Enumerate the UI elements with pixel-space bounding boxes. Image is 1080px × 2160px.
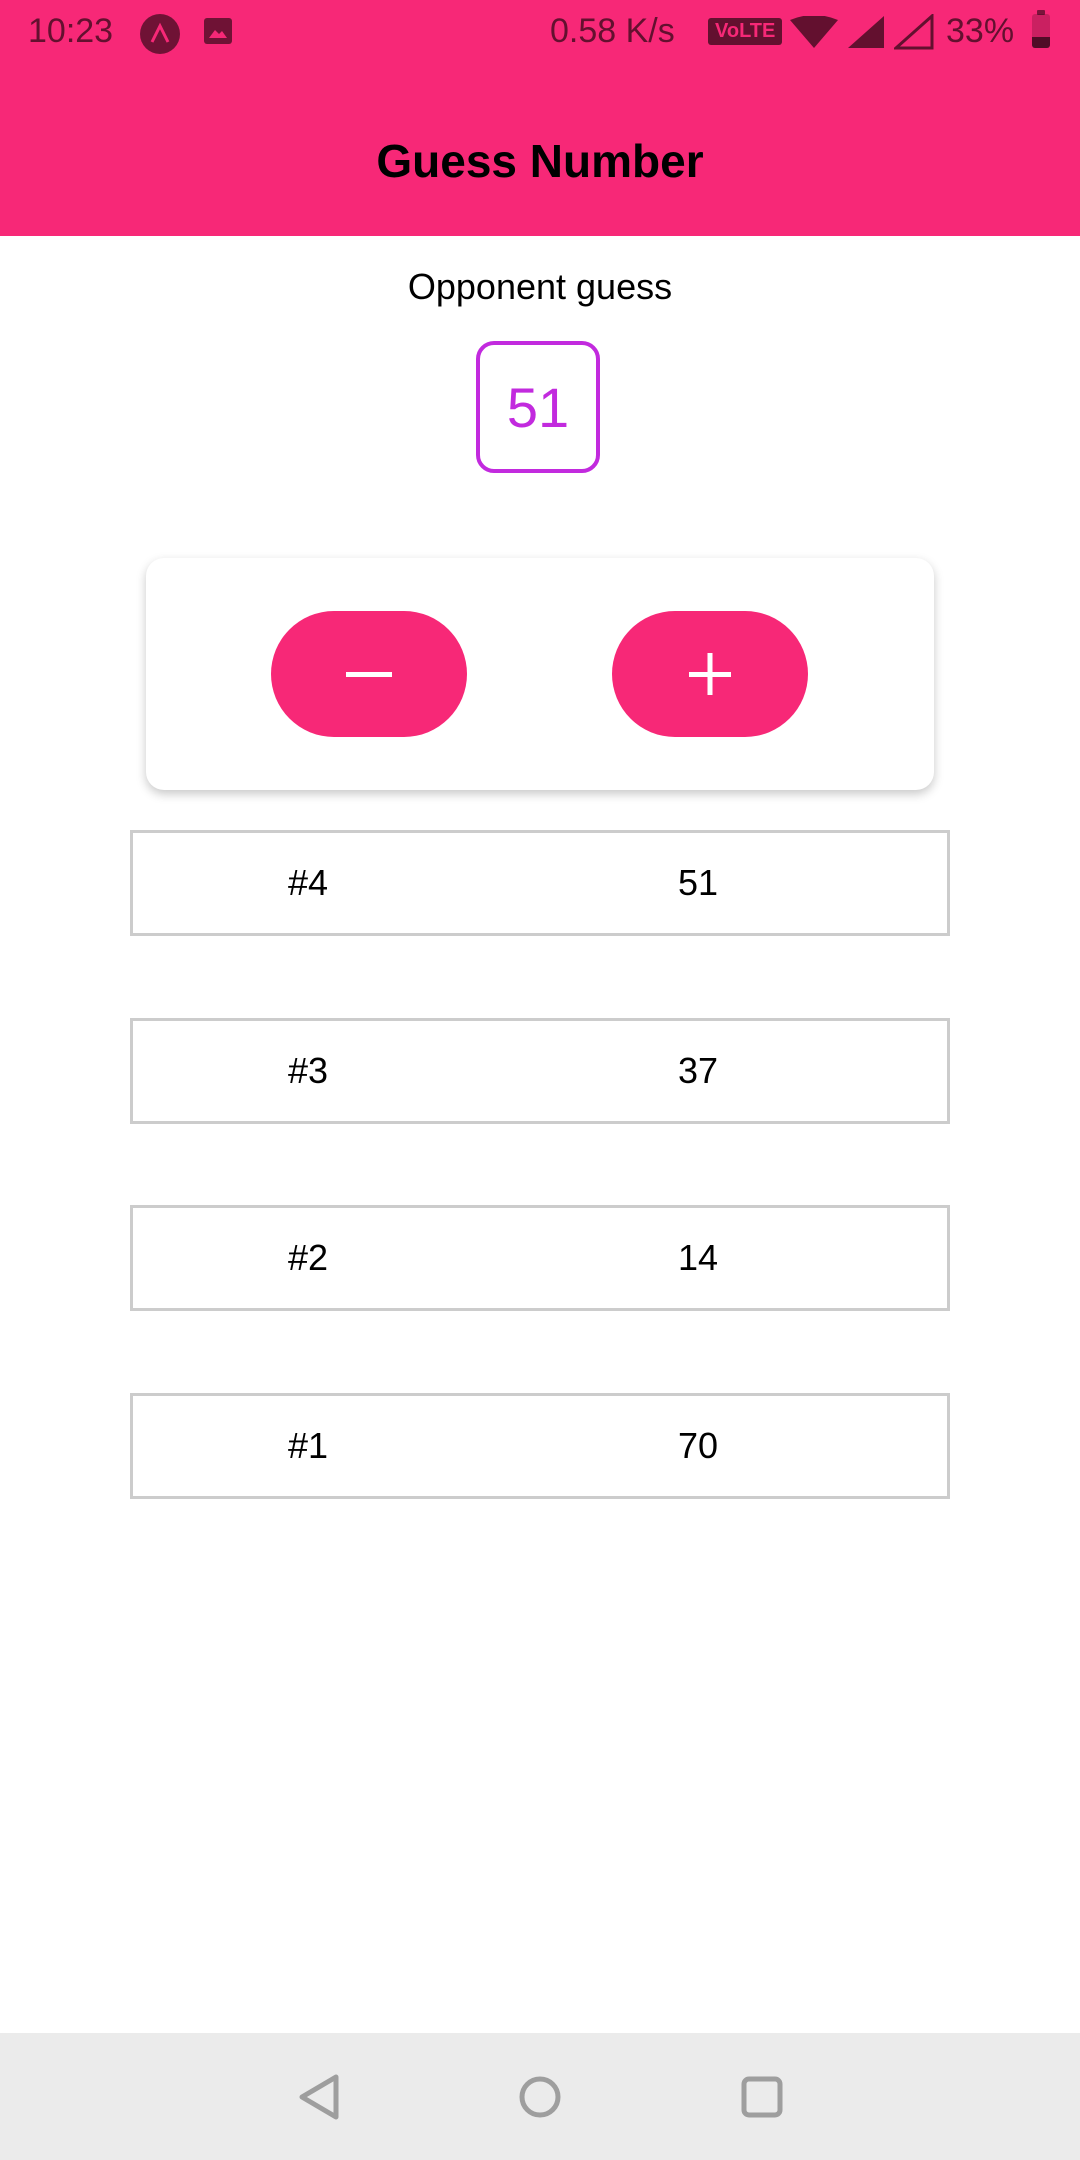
network-speed: 0.58 K/s [550, 12, 675, 50]
guess-round: #2 [287, 1237, 329, 1278]
opponent-guess-value: 51 [476, 341, 600, 473]
guess-list-item: #4 51 [130, 830, 950, 936]
home-icon[interactable] [512, 2069, 568, 2125]
status-bar: 10:23 0.58 K/s VoLTE 33% [0, 0, 1080, 66]
guess-value: 37 [677, 1050, 719, 1091]
lower-button[interactable] [271, 611, 467, 737]
guess-value: 51 [677, 862, 719, 903]
gallery-icon [204, 18, 232, 44]
battery-fill [1032, 37, 1050, 48]
guess-round: #1 [287, 1425, 329, 1466]
minus-icon [346, 672, 392, 677]
recents-icon[interactable] [734, 2069, 790, 2125]
greater-button[interactable] [612, 611, 808, 737]
controls-card [146, 558, 934, 790]
guess-round: #4 [287, 862, 329, 903]
guess-value: 70 [677, 1425, 719, 1466]
opponent-guess-label: Opponent guess [407, 266, 673, 307]
page-title: Guess Number [376, 135, 704, 187]
system-nav-bar [0, 2033, 1080, 2160]
wifi-icon [790, 15, 838, 57]
signal-icon [846, 14, 886, 59]
battery-cap [1037, 10, 1045, 15]
back-icon[interactable] [292, 2069, 348, 2125]
volte-badge: VoLTE [708, 18, 783, 45]
guess-value: 14 [677, 1237, 719, 1278]
status-time: 10:23 [28, 12, 114, 50]
guess-round: #3 [287, 1050, 329, 1091]
app-notification-icon [140, 14, 180, 54]
guess-list-item: #2 14 [130, 1205, 950, 1311]
app-header: Guess Number [0, 66, 1080, 236]
guess-list-item: #1 70 [130, 1393, 950, 1499]
plus-icon [689, 653, 731, 695]
battery-icon [1032, 10, 1050, 48]
signal-icon [892, 12, 934, 59]
guess-list-item: #3 37 [130, 1018, 950, 1124]
battery-percentage: 33% [946, 12, 1015, 50]
